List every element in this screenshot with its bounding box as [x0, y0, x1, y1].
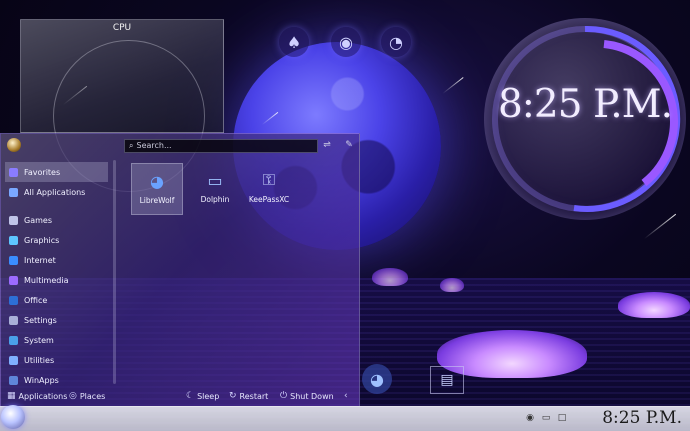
app-tile-label: LibreWolf: [139, 196, 175, 205]
sidebar-item-settings[interactable]: Settings: [5, 310, 108, 330]
system-icon: [9, 335, 18, 345]
places-button[interactable]: ◎ Places: [69, 391, 105, 401]
sidebar-item-label: Graphics: [24, 235, 60, 245]
sidebar-item-label: Office: [24, 295, 48, 305]
sidebar-divider: [5, 202, 108, 210]
sidebar-item-internet[interactable]: Internet: [5, 250, 108, 270]
media-play-icon[interactable]: ◉: [524, 412, 536, 424]
sidebar-item-all-applications[interactable]: All Applications: [5, 182, 108, 202]
leave-button[interactable]: ‹: [344, 391, 348, 401]
shutdown-label: Shut Down: [290, 391, 334, 401]
butterfly-image: [440, 278, 464, 292]
sidebar-item-label: Utilities: [24, 355, 55, 365]
favorites-icon: [9, 167, 18, 177]
folder-icon: ▭: [204, 169, 226, 191]
citrus-icon[interactable]: ◔: [381, 27, 411, 57]
sidebar-item-office[interactable]: Office: [5, 290, 108, 310]
all-applications-icon: [9, 187, 18, 197]
internet-icon: [9, 255, 18, 265]
sidebar-item-label: All Applications: [24, 187, 86, 197]
film-icon[interactable]: ▤: [430, 366, 464, 394]
winapps-icon: [9, 375, 18, 385]
multimedia-icon: [9, 275, 18, 285]
sleep-label: Sleep: [197, 391, 220, 401]
citrus-icon-glyph: ◔: [389, 32, 403, 52]
games-icon: [9, 215, 18, 225]
settings-icon: [9, 315, 18, 325]
applications-label: Applications: [18, 391, 68, 401]
cpu-widget-title: CPU: [112, 23, 132, 33]
media-reel-icon-glyph: ◉: [339, 32, 353, 52]
graphics-icon: [9, 235, 18, 245]
clock-time: 8:25 P.M.: [497, 82, 673, 127]
sleep-button[interactable]: ☾ Sleep: [186, 391, 219, 401]
restart-icon: ↻: [229, 391, 237, 401]
configure-icon[interactable]: ⇌: [321, 139, 333, 151]
category-sidebar: Favorites All Applications Games Graphic…: [5, 162, 108, 390]
search-placeholder: Search...: [136, 141, 172, 150]
search-icon: ⌕: [129, 141, 134, 150]
clock-widget: 8:25 P.M.: [484, 18, 686, 220]
favorites-panel: ◕ LibreWolf ▭ Dolphin ⚿ KeePassXC: [119, 160, 355, 384]
power-icon: ⏻: [280, 391, 288, 401]
start-button[interactable]: [1, 405, 25, 429]
places-label: Places: [79, 391, 106, 401]
key-icon: ⚿: [258, 169, 280, 191]
sidebar-item-label: Settings: [24, 315, 57, 325]
sidebar-item-label: Internet: [24, 255, 56, 265]
cards-icon-glyph: ♠: [286, 32, 302, 52]
sidebar-item-label: Multimedia: [24, 275, 69, 285]
sidebar-item-games[interactable]: Games: [5, 210, 108, 230]
utilities-icon: [9, 355, 18, 365]
sidebar-item-label: Games: [24, 215, 52, 225]
chevron-left-icon: ‹: [344, 391, 348, 401]
shutdown-button[interactable]: ⏻ Shut Down: [280, 391, 334, 401]
taskbar: ◉ ▭ □ 8:25 P.M.: [0, 405, 690, 431]
sidebar-item-label: System: [24, 335, 54, 345]
cards-icon[interactable]: ♠: [279, 27, 309, 57]
app-tile-label: KeePassXC: [248, 195, 290, 204]
shooting-star: [442, 77, 464, 94]
sidebar-item-favorites[interactable]: Favorites: [5, 162, 108, 182]
search-input[interactable]: ⌕ Search...: [124, 139, 318, 153]
app-launcher: ⌕ Search... ⇌ ✎ Favorites All Application…: [0, 133, 360, 407]
app-tile-keepassxc[interactable]: ⚿ KeePassXC: [243, 163, 295, 215]
taskbar-clock[interactable]: 8:25 P.M.: [602, 408, 682, 428]
grid-icon: ▦: [7, 391, 16, 401]
sidebar-item-label: WinApps: [24, 375, 59, 385]
compass-icon: ◎: [69, 391, 77, 401]
sidebar-item-graphics[interactable]: Graphics: [5, 230, 108, 250]
pin-icon[interactable]: ✎: [343, 139, 355, 151]
butterfly-image: [372, 268, 408, 286]
app-tile-dolphin[interactable]: ▭ Dolphin: [189, 163, 241, 215]
sidebar-scrollbar[interactable]: [113, 160, 116, 384]
office-icon: [9, 295, 18, 305]
sidebar-item-multimedia[interactable]: Multimedia: [5, 270, 108, 290]
user-avatar[interactable]: [7, 138, 21, 152]
app-tile-librewolf[interactable]: ◕ LibreWolf: [131, 163, 183, 215]
applications-button[interactable]: ▦ Applications: [7, 391, 67, 401]
launcher-footer: ▦ Applications ◎ Places ☾ Sleep ↻ Restar…: [1, 386, 359, 406]
media-reel-icon[interactable]: ◉: [331, 27, 361, 57]
cpu-widget: CPU: [20, 19, 224, 192]
librewolf-dock-icon[interactable]: ◕: [362, 364, 392, 394]
tray-expand-icon[interactable]: □: [556, 412, 568, 424]
librewolf-icon-glyph: ◕: [150, 171, 164, 191]
folder-icon-glyph: ▭: [207, 170, 223, 190]
sidebar-item-utilities[interactable]: Utilities: [5, 350, 108, 370]
key-icon-glyph: ⚿: [262, 170, 276, 189]
restart-button[interactable]: ↻ Restart: [229, 391, 268, 401]
lotus-image: [618, 292, 690, 318]
sidebar-item-system[interactable]: System: [5, 330, 108, 350]
sidebar-item-label: Favorites: [24, 167, 61, 177]
monitor-icon[interactable]: ▭: [540, 412, 552, 424]
librewolf-icon: ◕: [146, 170, 168, 192]
moon-icon: ☾: [186, 391, 195, 401]
restart-label: Restart: [239, 391, 269, 401]
app-tile-label: Dolphin: [200, 195, 230, 204]
